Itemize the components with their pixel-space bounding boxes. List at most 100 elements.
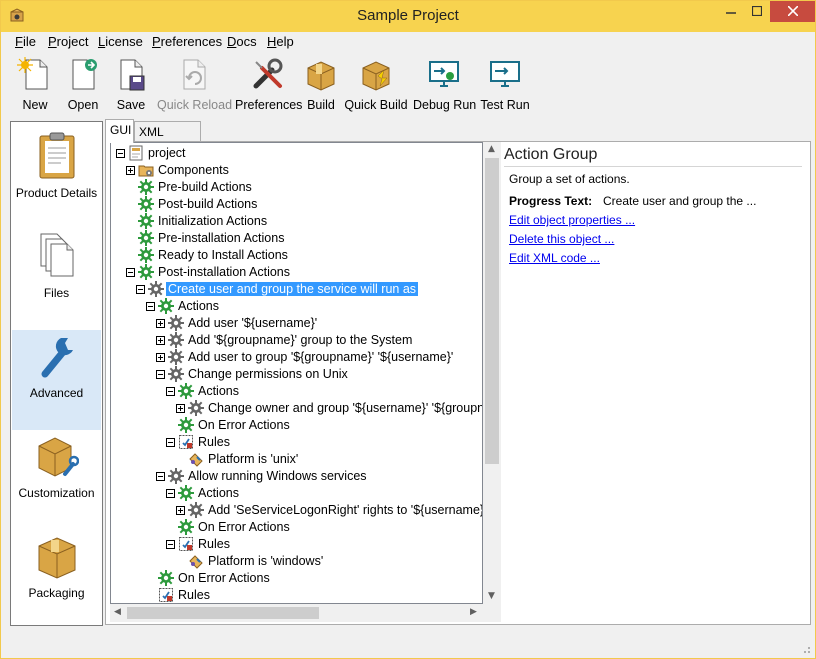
tab-gui[interactable]: GUI bbox=[105, 119, 134, 143]
collapse-toggle-icon[interactable] bbox=[156, 370, 165, 379]
preferences-button[interactable]: Preferences bbox=[235, 56, 302, 116]
tree-node[interactable]: Initialization Actions bbox=[111, 213, 482, 230]
tab-xml-editor[interactable]: XML Editor bbox=[134, 121, 201, 153]
project-tree[interactable]: project Components Pre-build Actions Post-b… bbox=[110, 142, 483, 604]
tree-node-label: On Error Actions bbox=[198, 418, 290, 432]
sidebar-item-files[interactable]: Files bbox=[12, 230, 101, 330]
tree-node[interactable]: Rules bbox=[111, 434, 482, 451]
sidebar-item-customization[interactable]: Customization bbox=[12, 430, 101, 530]
properties-description: Group a set of actions. bbox=[509, 172, 630, 186]
expand-toggle-icon[interactable] bbox=[156, 319, 165, 328]
title-bar[interactable]: Sample Project bbox=[1, 1, 815, 32]
sidebar-item-product-details[interactable]: Product Details bbox=[12, 130, 101, 230]
tree-node[interactable]: Platform is 'unix' bbox=[111, 451, 482, 468]
tree-node[interactable]: Ready to Install Actions bbox=[111, 247, 482, 264]
collapse-toggle-icon[interactable] bbox=[116, 149, 125, 158]
tree-node[interactable]: Add 'SeServiceLogonRight' rights to '${u… bbox=[111, 502, 482, 519]
tree-node[interactable]: Create user and group the service will r… bbox=[111, 281, 482, 298]
debug-run-button[interactable]: Debug Run bbox=[413, 56, 476, 116]
tree-node[interactable]: Allow running Windows services bbox=[111, 468, 482, 485]
tree-node[interactable]: Components bbox=[111, 162, 482, 179]
menu-license[interactable]: License bbox=[98, 34, 143, 49]
tree-node[interactable]: On Error Actions bbox=[111, 570, 482, 587]
tree-node[interactable]: Actions bbox=[111, 383, 482, 400]
sidebar-item-packaging[interactable]: Packaging bbox=[12, 530, 101, 630]
tree-node[interactable]: project bbox=[111, 145, 482, 162]
edit-xml-code-link[interactable]: Edit XML code ... bbox=[509, 251, 600, 265]
expand-toggle-icon[interactable] bbox=[176, 404, 185, 413]
monitor-run-icon bbox=[490, 61, 520, 87]
menu-preferences[interactable]: Preferences bbox=[152, 34, 222, 49]
new-button[interactable]: New bbox=[13, 56, 57, 116]
scroll-down-icon[interactable]: ▼ bbox=[488, 591, 495, 601]
delete-object-link[interactable]: Delete this object ... bbox=[509, 232, 614, 246]
collapse-toggle-icon[interactable] bbox=[166, 489, 175, 498]
rules-icon bbox=[158, 587, 174, 603]
collapse-toggle-icon[interactable] bbox=[166, 438, 175, 447]
scroll-up-icon[interactable]: ▲ bbox=[488, 144, 495, 154]
tree-horizontal-scrollbar[interactable]: ◀ ▶ bbox=[110, 604, 483, 622]
properties-panel: Action Group Group a set of actions. Pro… bbox=[501, 142, 810, 624]
green-gear-icon bbox=[178, 383, 194, 399]
tree-node-label: project bbox=[148, 146, 186, 160]
collapse-toggle-icon[interactable] bbox=[146, 302, 155, 311]
tree-node[interactable]: Platform is 'windows' bbox=[111, 553, 482, 570]
test-run-button[interactable]: Test Run bbox=[479, 56, 531, 116]
edit-object-properties-link[interactable]: Edit object properties ... bbox=[509, 213, 635, 227]
save-button[interactable]: Save bbox=[109, 56, 153, 116]
open-button[interactable]: Open bbox=[61, 56, 105, 116]
build-label: Build bbox=[307, 98, 335, 112]
tree-node[interactable]: Post-installation Actions bbox=[111, 264, 482, 281]
collapse-toggle-icon[interactable] bbox=[126, 268, 135, 277]
green-gear-icon bbox=[138, 179, 154, 195]
new-label: New bbox=[22, 98, 48, 112]
tree-node[interactable]: Add '${groupname}' group to the System bbox=[111, 332, 482, 349]
scrollbar-thumb[interactable] bbox=[485, 158, 499, 464]
minimize-button[interactable] bbox=[718, 1, 744, 22]
scroll-right-icon[interactable]: ▶ bbox=[470, 607, 477, 617]
green-gear-icon bbox=[138, 230, 154, 246]
menu-help[interactable]: Help bbox=[267, 34, 294, 49]
menu-docs[interactable]: Docs bbox=[227, 34, 257, 49]
tree-node-label: On Error Actions bbox=[178, 571, 270, 585]
quick-build-button[interactable]: Quick Build bbox=[343, 56, 409, 116]
scrollbar-thumb[interactable] bbox=[127, 607, 319, 619]
tree-node[interactable]: Pre-installation Actions bbox=[111, 230, 482, 247]
green-gear-icon bbox=[178, 485, 194, 501]
collapse-toggle-icon[interactable] bbox=[136, 285, 145, 294]
tree-node[interactable]: On Error Actions bbox=[111, 519, 482, 536]
tree-node[interactable]: Add user to group '${groupname}' '${user… bbox=[111, 349, 482, 366]
tree-node[interactable]: Post-build Actions bbox=[111, 196, 482, 213]
maximize-button[interactable] bbox=[744, 1, 770, 22]
tree-node[interactable]: Change permissions on Unix bbox=[111, 366, 482, 383]
tree-vertical-scrollbar[interactable]: ▲ ▼ bbox=[483, 142, 501, 604]
tree-node[interactable]: Actions bbox=[111, 485, 482, 502]
resize-grip-icon[interactable] bbox=[801, 644, 811, 654]
quick-reload-button[interactable]: Quick Reload bbox=[157, 56, 232, 116]
collapse-toggle-icon[interactable] bbox=[166, 540, 175, 549]
tree-node[interactable]: On Error Actions bbox=[111, 417, 482, 434]
collapse-toggle-icon[interactable] bbox=[166, 387, 175, 396]
sidebar-label: Customization bbox=[18, 486, 95, 500]
section-sidebar: Product Details Files Advanced Customiza… bbox=[10, 121, 103, 626]
menu-project[interactable]: Project bbox=[48, 34, 88, 49]
menu-file[interactable]: File bbox=[15, 34, 36, 49]
tree-node-label: Actions bbox=[198, 384, 239, 398]
scroll-left-icon[interactable]: ◀ bbox=[114, 607, 121, 617]
expand-toggle-icon[interactable] bbox=[126, 166, 135, 175]
properties-title: Action Group bbox=[504, 146, 598, 163]
tree-node[interactable]: Pre-build Actions bbox=[111, 179, 482, 196]
sidebar-item-advanced[interactable]: Advanced bbox=[12, 330, 101, 430]
collapse-toggle-icon[interactable] bbox=[156, 472, 165, 481]
tree-node[interactable]: Rules bbox=[111, 536, 482, 553]
build-button[interactable]: Build bbox=[303, 56, 339, 116]
close-button[interactable] bbox=[770, 1, 815, 22]
expand-toggle-icon[interactable] bbox=[156, 353, 165, 362]
tree-node[interactable]: Add user '${username}' bbox=[111, 315, 482, 332]
expand-toggle-icon[interactable] bbox=[176, 506, 185, 515]
tree-node[interactable]: Rules bbox=[111, 587, 482, 603]
green-gear-icon bbox=[178, 417, 194, 433]
tree-node[interactable]: Actions bbox=[111, 298, 482, 315]
expand-toggle-icon[interactable] bbox=[156, 336, 165, 345]
tree-node[interactable]: Change owner and group '${username}' '${… bbox=[111, 400, 482, 417]
